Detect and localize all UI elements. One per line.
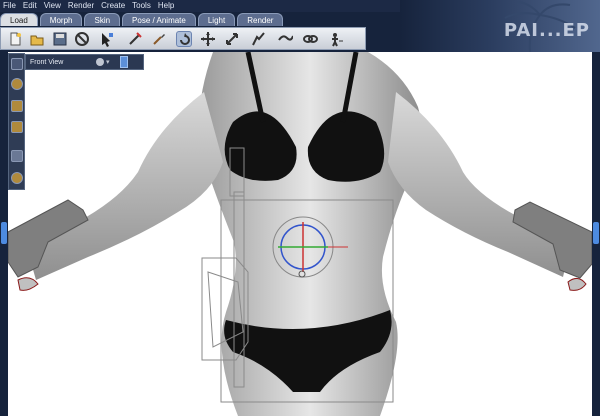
left-arm-shape [28, 92, 223, 280]
tab-skin[interactable]: Skin [84, 13, 121, 26]
grid-icon[interactable] [11, 58, 23, 70]
chain-icon[interactable] [277, 31, 293, 47]
right-panel-handle[interactable] [593, 222, 599, 244]
view-selector-icon[interactable] [120, 56, 128, 68]
scene-render [8, 52, 592, 416]
right-arm-shape [388, 92, 570, 277]
select-icon[interactable] [99, 31, 115, 47]
menu-create[interactable]: Create [101, 0, 125, 12]
frame-icon[interactable] [11, 150, 23, 162]
trackball-icon[interactable] [11, 78, 23, 90]
tab-load[interactable]: Load [0, 13, 38, 26]
camera-controls [8, 53, 25, 190]
tab-light[interactable]: Light [197, 13, 236, 26]
left-panel-handle[interactable] [1, 222, 7, 244]
tab-morph[interactable]: Morph [39, 13, 83, 26]
menu-tools[interactable]: Tools [132, 0, 151, 12]
menu-view[interactable]: View [44, 0, 61, 12]
move-icon[interactable] [200, 31, 216, 47]
zoom-icon[interactable] [11, 121, 23, 133]
open-icon[interactable] [29, 31, 45, 47]
light-icon[interactable] [11, 172, 23, 184]
logo-icon: PAI...EP [503, 20, 590, 41]
document-viewport[interactable] [8, 52, 592, 416]
twist-icon[interactable] [176, 31, 192, 47]
tab-pose-animate[interactable]: Pose / Animate [122, 13, 196, 26]
rotate-tool-icon[interactable] [127, 31, 143, 47]
pan-icon[interactable] [11, 100, 23, 112]
stop-icon[interactable] [74, 31, 90, 47]
viewport-header: Front View ▾ [25, 54, 144, 70]
menu-render[interactable]: Render [68, 0, 94, 12]
brush-icon[interactable] [151, 31, 167, 47]
taper-icon[interactable] [250, 31, 266, 47]
view-options-icon[interactable] [96, 58, 104, 66]
room-tabs: Load Morph Skin Pose / Animate Light Ren… [0, 13, 284, 26]
left-panel-strip [0, 52, 8, 416]
save-icon[interactable] [52, 31, 68, 47]
figure-icon[interactable] [328, 31, 344, 47]
view-menu-arrow[interactable]: ▾ [106, 58, 116, 66]
link-icon[interactable] [302, 31, 318, 47]
tab-render[interactable]: Render [237, 13, 284, 26]
main-toolbar [0, 27, 366, 50]
new-icon[interactable] [7, 31, 23, 47]
app-banner: PAI...EP [400, 0, 600, 53]
menu-help[interactable]: Help [158, 0, 174, 12]
scale-icon[interactable] [224, 31, 240, 47]
menu-file[interactable]: File [3, 0, 16, 12]
menu-edit[interactable]: Edit [23, 0, 37, 12]
viewport-title[interactable]: Front View [26, 59, 96, 66]
right-panel-strip [592, 52, 600, 416]
